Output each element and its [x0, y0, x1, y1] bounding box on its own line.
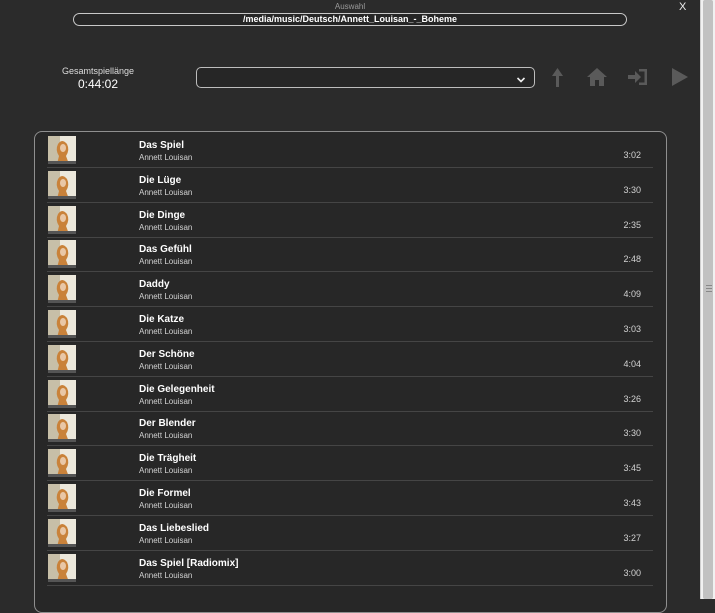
track-artist: Annett Louisan: [139, 257, 193, 267]
play-icon[interactable]: [670, 67, 690, 87]
track-duration: 3:43: [623, 498, 641, 508]
track-artist: Annett Louisan: [139, 292, 193, 302]
home-icon[interactable]: [586, 67, 608, 87]
album-cover: [48, 275, 76, 304]
track-row[interactable]: Das Spiel Annett Louisan 3:02: [47, 133, 653, 168]
track-title: Die Gelegenheit: [139, 383, 215, 395]
track-row[interactable]: Daddy Annett Louisan 4:09: [47, 272, 653, 308]
track-title: Die Formel: [139, 488, 191, 499]
playlist-select[interactable]: [196, 67, 535, 88]
album-cover: [48, 379, 76, 408]
track-title: Die Trägheit: [139, 453, 197, 465]
track-row[interactable]: Das Liebeslied Annett Louisan 3:27: [47, 516, 653, 551]
track-duration: 3:45: [623, 463, 641, 474]
track-title: Das Spiel [Radiomix]: [139, 557, 239, 569]
scroll-thumb[interactable]: [703, 0, 713, 599]
track-duration: 4:04: [623, 358, 641, 369]
track-duration: 3:02: [623, 150, 641, 160]
track-title: Der Schöne: [139, 348, 195, 360]
track-title: Das Liebeslied: [139, 522, 210, 534]
track-title: Daddy: [139, 279, 170, 291]
track-list: Das Spiel Annett Louisan 3:02 Die Lüge Annet…: [34, 131, 667, 613]
track-duration: 3:30: [623, 428, 641, 439]
track-artist: Annett Louisan: [139, 222, 193, 232]
album-cover: [48, 414, 76, 443]
track-row[interactable]: Die Katze Annett Louisan 3:03: [47, 307, 653, 342]
track-title: Das Gefühl: [139, 244, 192, 256]
album-cover: [48, 518, 76, 547]
album-cover: [48, 484, 76, 512]
track-row[interactable]: Die Lüge Annett Louisan 3:30: [47, 168, 653, 203]
track-duration: 3:26: [623, 393, 641, 404]
track-row[interactable]: Die Gelegenheit Annett Louisan 3:26: [47, 377, 653, 412]
grip-icon: [706, 285, 712, 294]
track-artist: Annett Louisan: [139, 466, 193, 476]
path-field[interactable]: /media/music/Deutsch/Annett_Louisan_-_Bo…: [73, 13, 627, 26]
track-row[interactable]: Die Dinge Annett Louisan 2:35: [47, 203, 653, 238]
track-artist: Annett Louisan: [139, 570, 193, 580]
track-row[interactable]: Das Spiel [Radiomix] Annett Louisan 3:00: [47, 551, 653, 586]
scrollbar[interactable]: [700, 0, 715, 599]
track-artist: Annett Louisan: [139, 501, 193, 510]
album-cover: [48, 310, 76, 338]
track-duration: 3:30: [623, 184, 641, 195]
track-artist: Annett Louisan: [139, 187, 193, 197]
album-cover: [48, 240, 76, 269]
track-row[interactable]: Der Schöne Annett Louisan 4:04: [47, 342, 653, 377]
track-artist: Annett Louisan: [139, 535, 193, 545]
album-cover: [48, 449, 76, 478]
track-row[interactable]: Die Trägheit Annett Louisan 3:45: [47, 446, 653, 482]
track-row[interactable]: Der Blender Annett Louisan 3:30: [47, 411, 653, 447]
total-length-value: 0:44:02: [77, 77, 119, 91]
album-cover: [48, 136, 76, 164]
track-row[interactable]: Das Gefühl Annett Louisan 2:48: [47, 237, 653, 273]
album-cover: [48, 553, 76, 582]
album-cover: [48, 344, 76, 373]
album-cover: [48, 170, 76, 199]
enter-icon[interactable]: [627, 67, 649, 87]
dialog-title: Auswahl: [334, 2, 366, 11]
album-cover: [48, 205, 76, 234]
close-button[interactable]: X: [679, 1, 686, 13]
track-duration: 3:27: [623, 532, 641, 543]
track-artist: Annett Louisan: [139, 431, 193, 441]
track-artist: Annett Louisan: [139, 327, 193, 336]
track-title: Die Dinge: [139, 209, 186, 221]
track-title: Die Katze: [139, 314, 185, 325]
track-title: Das Spiel: [139, 140, 185, 151]
track-duration: 3:00: [623, 567, 641, 578]
upload-icon[interactable]: [548, 67, 566, 87]
track-title: Die Lüge: [139, 174, 182, 186]
track-duration: 3:03: [623, 324, 641, 334]
track-artist: Annett Louisan: [139, 153, 193, 162]
track-duration: 4:09: [623, 289, 641, 300]
track-row[interactable]: Die Formel Annett Louisan 3:43: [47, 481, 653, 516]
track-duration: 2:48: [623, 254, 641, 265]
track-title: Der Blender: [139, 418, 196, 430]
total-length-label: Gesamtspiellänge: [61, 66, 135, 76]
track-artist: Annett Louisan: [139, 361, 193, 371]
track-artist: Annett Louisan: [139, 396, 193, 406]
chevron-down-icon: [516, 72, 526, 90]
track-duration: 2:35: [623, 219, 641, 230]
